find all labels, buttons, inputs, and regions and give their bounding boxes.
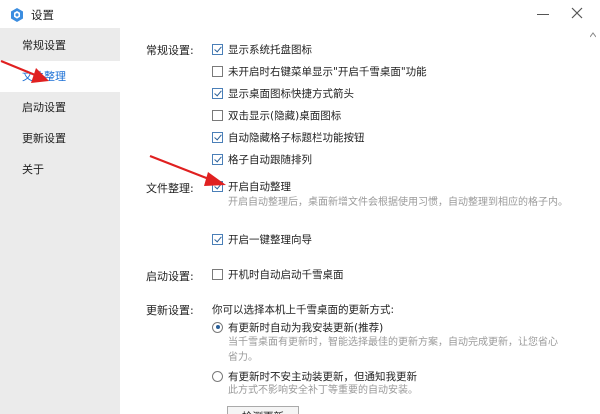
notify-update-description: 此方式不影响安全补丁等重要的自动安装。 (228, 385, 418, 396)
shortcut-arrow-checkbox[interactable]: 显示桌面图标快捷方式箭头 (212, 85, 354, 101)
radio-circle[interactable] (212, 370, 223, 382)
radio-label: 有更新时自动为我安装更新(推荐) (228, 321, 384, 334)
sidebar-item-general[interactable]: 常规设置 (0, 30, 120, 61)
settings-content: 常规设置: 显示系统托盘图标 未开启时右键菜单显示"开启千雪桌面"功能 显示桌面… (120, 28, 600, 414)
checkbox-box[interactable] (212, 131, 223, 143)
scrollbar[interactable] (588, 32, 598, 414)
sidebar-item-label: 更新设置 (22, 132, 66, 145)
checkbox-label: 自动隐藏格子标题栏功能按钮 (228, 131, 365, 144)
context-menu-open-checkbox[interactable]: 未开启时右键菜单显示"开启千雪桌面"功能 (212, 63, 427, 79)
checkbox-box[interactable] (212, 65, 223, 77)
general-section-label: 常规设置: (146, 44, 194, 57)
window-title: 设置 (31, 8, 54, 22)
sidebar-item-label: 常规设置 (22, 39, 66, 52)
checkbox-label: 开机时自动启动千雪桌面 (228, 268, 344, 281)
checkbox-label: 开启一键整理向导 (228, 233, 312, 246)
close-button[interactable] (564, 2, 590, 24)
title-bar: 设置 (0, 0, 600, 28)
auto-install-update-radio[interactable]: 有更新时自动为我安装更新(推荐) (212, 319, 383, 335)
scroll-up-arrow-icon[interactable] (590, 32, 596, 46)
checkbox-label: 显示桌面图标快捷方式箭头 (228, 87, 354, 100)
file-org-section-label: 文件整理: (146, 182, 194, 195)
update-section-label: 更新设置: (146, 304, 194, 317)
auto-install-description: 当千雪桌面有更新时，智能选择最佳的更新方案，自动完成更新，让您省心省力。 (228, 337, 558, 363)
sidebar-item-about[interactable]: 关于 (0, 154, 120, 185)
double-click-toggle-checkbox[interactable]: 双击显示(隐藏)桌面图标 (212, 107, 341, 123)
check-update-button[interactable]: 检测更新 (227, 406, 299, 414)
checkbox-label: 显示系统托盘图标 (228, 43, 312, 56)
checkbox-label: 未开启时右键菜单显示"开启千雪桌面"功能 (228, 65, 427, 78)
checkbox-box[interactable] (212, 43, 223, 55)
checkbox-label: 格子自动跟随排列 (228, 153, 312, 166)
sidebar-item-label: 启动设置 (22, 101, 66, 114)
app-logo-icon (11, 8, 23, 22)
notify-update-radio[interactable]: 有更新时不安主动装更新，但通知我更新 (212, 368, 417, 384)
show-tray-icon-checkbox[interactable]: 显示系统托盘图标 (212, 41, 312, 57)
minimize-button[interactable] (530, 2, 556, 24)
sidebar-item-update[interactable]: 更新设置 (0, 123, 120, 154)
checkbox-box[interactable] (212, 87, 223, 99)
startup-section-label: 启动设置: (146, 270, 194, 283)
update-intro-text: 你可以选择本机上千雪桌面的更新方式: (212, 304, 395, 316)
sidebar-item-startup[interactable]: 启动设置 (0, 92, 120, 123)
auto-organize-description: 开启自动整理后，桌面新增文件会根据使用习惯，自动整理到相应的格子内。 (228, 197, 568, 208)
checkbox-box[interactable] (212, 153, 223, 165)
checkbox-label: 开启自动整理 (228, 180, 291, 193)
auto-start-checkbox[interactable]: 开机时自动启动千雪桌面 (212, 266, 344, 282)
close-icon (571, 7, 583, 19)
checkbox-box[interactable] (212, 268, 223, 280)
checkbox-box[interactable] (212, 180, 223, 192)
sidebar-item-file-organize[interactable]: 文件整理 (0, 61, 120, 92)
auto-organize-checkbox[interactable]: 开启自动整理 (212, 178, 291, 194)
sidebar-item-label: 关于 (22, 163, 44, 176)
radio-circle[interactable] (212, 321, 223, 333)
sidebar-item-label: 文件整理 (22, 70, 66, 83)
auto-hide-title-buttons-checkbox[interactable]: 自动隐藏格子标题栏功能按钮 (212, 129, 365, 145)
checkbox-box[interactable] (212, 109, 223, 121)
minimize-icon (537, 13, 549, 15)
radio-label: 有更新时不安主动装更新，但通知我更新 (228, 370, 417, 383)
settings-window: 设置 常规设置 文件整理 启动设置 更新设置 关于 常规设置: 显示系统托盘图标… (0, 0, 600, 414)
checkbox-label: 双击显示(隐藏)桌面图标 (228, 109, 342, 122)
auto-arrange-checkbox[interactable]: 格子自动跟随排列 (212, 151, 312, 167)
sidebar: 常规设置 文件整理 启动设置 更新设置 关于 (0, 28, 120, 414)
checkbox-box[interactable] (212, 233, 223, 245)
organize-wizard-checkbox[interactable]: 开启一键整理向导 (212, 231, 312, 247)
